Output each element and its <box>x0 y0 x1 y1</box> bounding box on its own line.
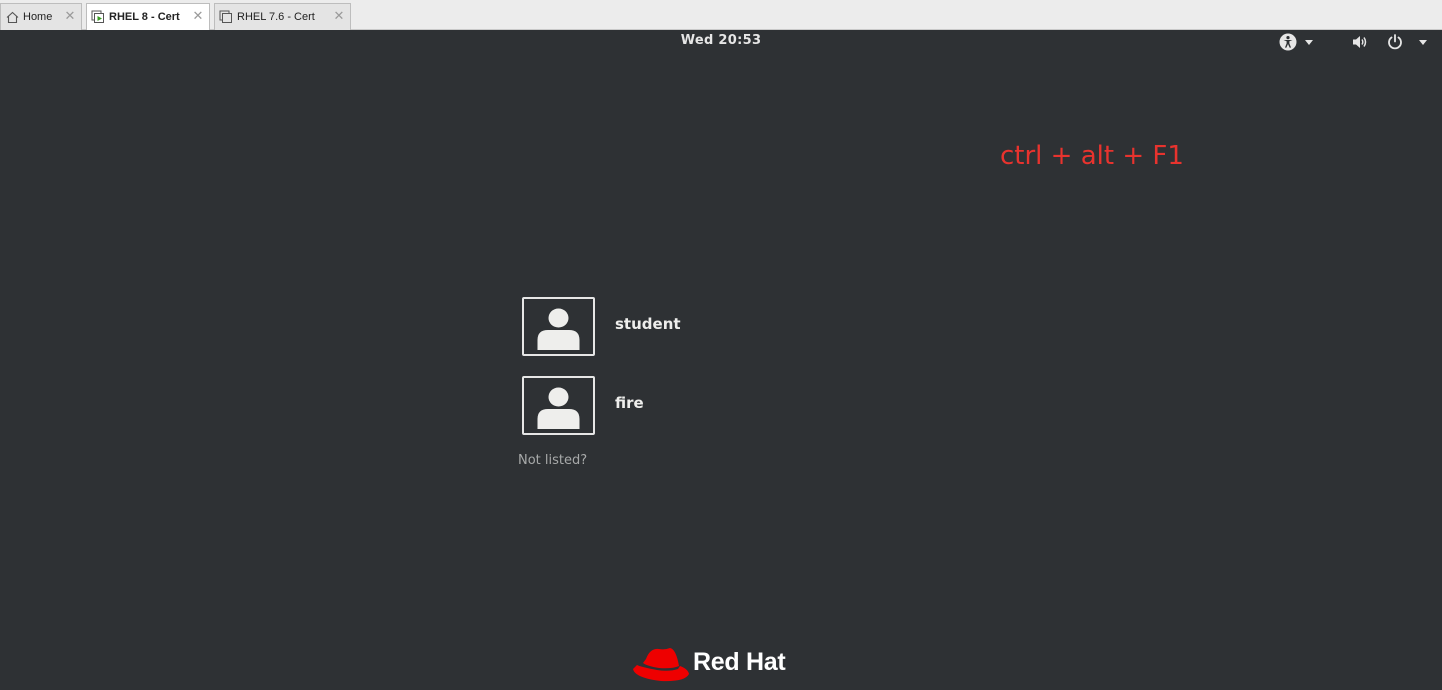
gnome-top-bar: Wed 20:53 <box>0 30 1442 54</box>
volume-icon <box>1351 34 1369 50</box>
not-listed-link[interactable]: Not listed? <box>518 453 587 468</box>
close-icon[interactable]: ✕ <box>63 9 77 23</box>
tab-label: Home <box>23 11 53 23</box>
user-name: fire <box>615 394 644 412</box>
tab-rhel8-cert[interactable]: RHEL 8 - Cert ✕ <box>86 3 210 30</box>
chevron-down-icon <box>1418 39 1427 45</box>
keyboard-shortcut-annotation: ctrl + alt + F1 <box>1000 141 1184 171</box>
user-list-item-fire[interactable]: fire <box>522 376 722 435</box>
avatar <box>522 297 595 356</box>
chevron-down-icon <box>1305 39 1313 45</box>
accessibility-icon <box>1279 33 1297 51</box>
vm-tab-bar: Home ✕ RHEL 8 - Cert ✕ RHEL 7.6 - Cert ✕ <box>0 0 1442 30</box>
power-icon <box>1386 33 1404 51</box>
tab-label: RHEL 8 - Cert <box>109 11 180 23</box>
user-icon <box>537 387 580 429</box>
home-icon <box>5 10 19 24</box>
power-menu[interactable] <box>1384 33 1428 51</box>
close-icon[interactable]: ✕ <box>191 9 205 23</box>
tab-home[interactable]: Home ✕ <box>0 3 82 30</box>
user-list-item-student[interactable]: student <box>522 297 722 356</box>
red-hat-icon <box>633 648 689 682</box>
avatar <box>522 376 595 435</box>
vm-icon <box>219 10 233 24</box>
red-hat-logo: Red Hat <box>632 645 807 685</box>
user-name: student <box>615 315 681 333</box>
vm-running-icon <box>91 10 105 24</box>
volume-indicator[interactable] <box>1350 33 1370 51</box>
accessibility-menu[interactable] <box>1274 33 1318 51</box>
close-icon[interactable]: ✕ <box>332 9 346 23</box>
brand-name: Red Hat <box>693 648 786 676</box>
tab-label: RHEL 7.6 - Cert <box>237 11 315 23</box>
clock[interactable]: Wed 20:53 <box>0 33 1442 48</box>
user-icon <box>537 308 580 350</box>
tab-rhel76-cert[interactable]: RHEL 7.6 - Cert ✕ <box>214 3 351 30</box>
